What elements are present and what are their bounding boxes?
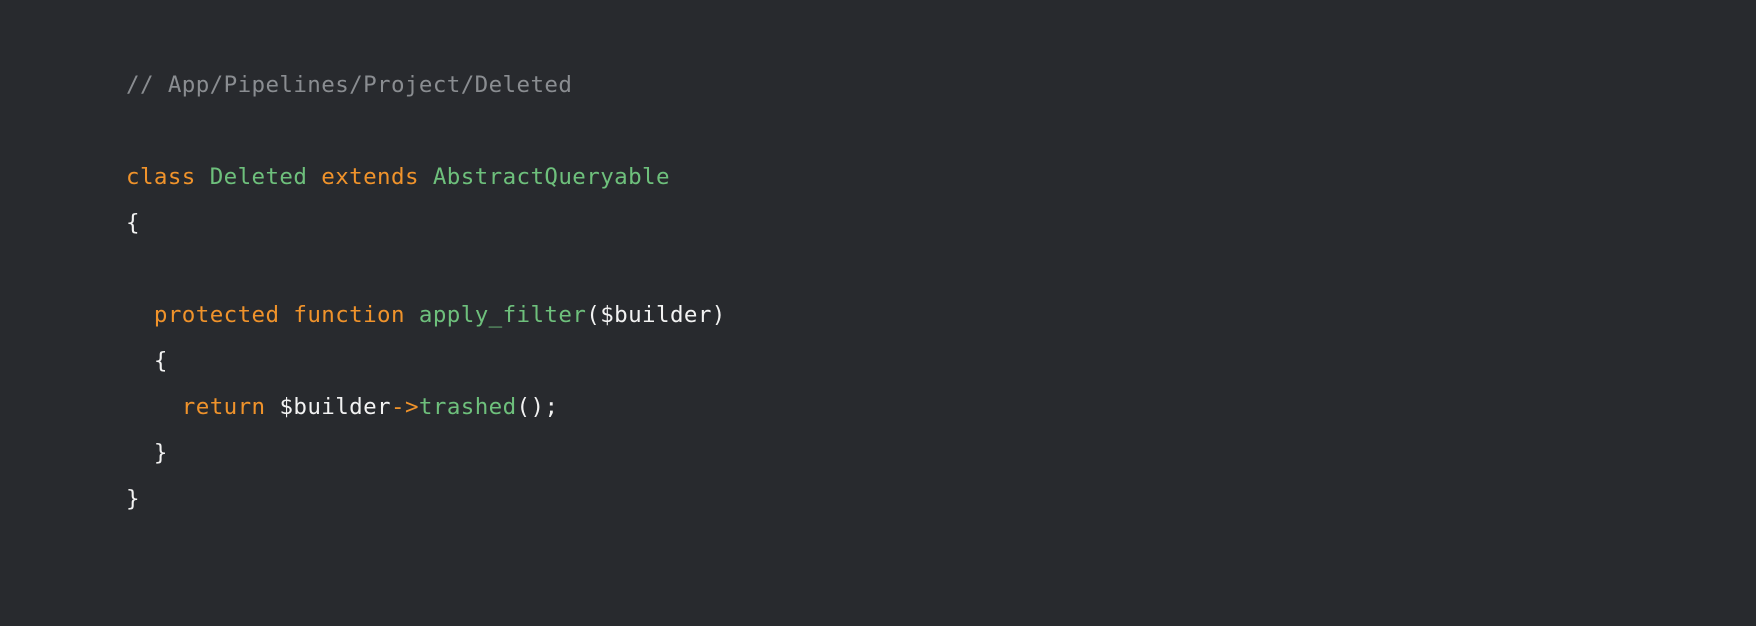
code-token-punct: ( [586, 302, 601, 328]
code-line: { [126, 200, 1756, 246]
code-token-operator: -> [391, 394, 419, 420]
code-token-keyword: extends [321, 164, 419, 190]
code-token-method: trashed [418, 394, 517, 420]
code-token-punct: } [126, 486, 140, 512]
code-token-func: apply_filter [418, 302, 587, 328]
code-line: } [126, 430, 1756, 476]
code-token-class: Deleted [209, 164, 308, 190]
code-line: { [126, 338, 1756, 384]
code-block: // App/Pipelines/Project/Deleted class D… [126, 62, 1756, 522]
code-token-keyword: class [126, 164, 196, 190]
code-token-punct: { [126, 210, 140, 236]
code-token-keyword: return [181, 394, 266, 420]
code-line: class Deleted extends AbstractQueryable [126, 154, 1756, 200]
code-token-var: $builder [279, 394, 392, 420]
code-token-punct: ) [711, 302, 726, 328]
code-token-punct: (); [516, 394, 559, 420]
code-token-class: AbstractQueryable [432, 164, 670, 190]
code-token-punct: { [153, 348, 168, 374]
code-line: } [126, 476, 1756, 522]
code-token-var: $builder [600, 302, 712, 328]
code-lines: // App/Pipelines/Project/Deleted class D… [126, 62, 1756, 522]
code-line: return $builder->trashed(); [126, 384, 1756, 430]
code-snippet-card: // App/Pipelines/Project/Deleted class D… [0, 0, 1756, 626]
code-token-keyword: function [293, 302, 405, 328]
code-token-comment: // App/Pipelines/Project/Deleted [126, 72, 573, 98]
code-token-keyword: protected [153, 302, 280, 328]
code-line: protected function apply_filter($builder… [126, 292, 1756, 338]
code-line: // App/Pipelines/Project/Deleted [126, 62, 1756, 108]
code-token-punct: } [153, 440, 168, 466]
